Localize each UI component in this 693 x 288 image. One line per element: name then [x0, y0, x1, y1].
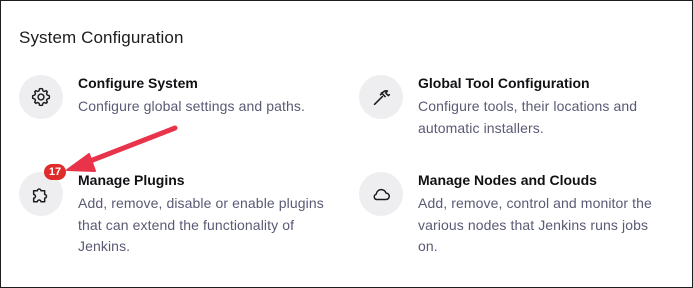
- cloud-icon: [359, 172, 403, 216]
- description-line: Jenkins.: [78, 238, 131, 254]
- description-line: various nodes that Jenkins runs jobs: [418, 216, 649, 233]
- global-tool-configuration-description: Configure tools, their locations and aut…: [418, 96, 637, 139]
- global-tool-configuration-card[interactable]: Global Tool Configuration Configure tool…: [359, 75, 679, 145]
- configure-system-card[interactable]: Configure System Configure global settin…: [19, 75, 319, 135]
- section-title: System Configuration: [19, 28, 184, 47]
- description-line: Configure tools, their locations and: [418, 98, 638, 114]
- description-line: Add, remove, disable or enable plugins: [78, 195, 324, 211]
- description-line: Add, remove, control and monitor the: [418, 195, 652, 211]
- description-line: on.: [418, 238, 438, 254]
- configure-system-description: Configure global settings and paths.: [78, 96, 305, 118]
- system-configuration-panel: System Configuration Configure System Co…: [0, 0, 693, 288]
- description-line: Configure global settings and paths.: [78, 98, 305, 114]
- manage-nodes-and-clouds-title[interactable]: Manage Nodes and Clouds: [418, 172, 597, 188]
- manage-nodes-and-clouds-description: Add, remove, control and monitor the var…: [418, 193, 652, 258]
- gear-icon: [19, 75, 63, 119]
- manage-nodes-and-clouds-card[interactable]: Manage Nodes and Clouds Add, remove, con…: [359, 172, 679, 262]
- configure-system-title[interactable]: Configure System: [78, 75, 198, 91]
- manage-plugins-card[interactable]: 17 Manage Plugins Add, remove, disable o…: [19, 164, 329, 262]
- description-line: that can extend the functionality of: [78, 216, 295, 233]
- hammer-icon: [359, 75, 403, 119]
- plugin-updates-badge[interactable]: 17: [44, 164, 66, 180]
- manage-plugins-title[interactable]: Manage Plugins: [78, 172, 185, 188]
- description-line: automatic installers.: [418, 119, 544, 136]
- manage-plugins-description: Add, remove, disable or enable plugins t…: [78, 193, 324, 258]
- global-tool-configuration-title[interactable]: Global Tool Configuration: [418, 75, 590, 91]
